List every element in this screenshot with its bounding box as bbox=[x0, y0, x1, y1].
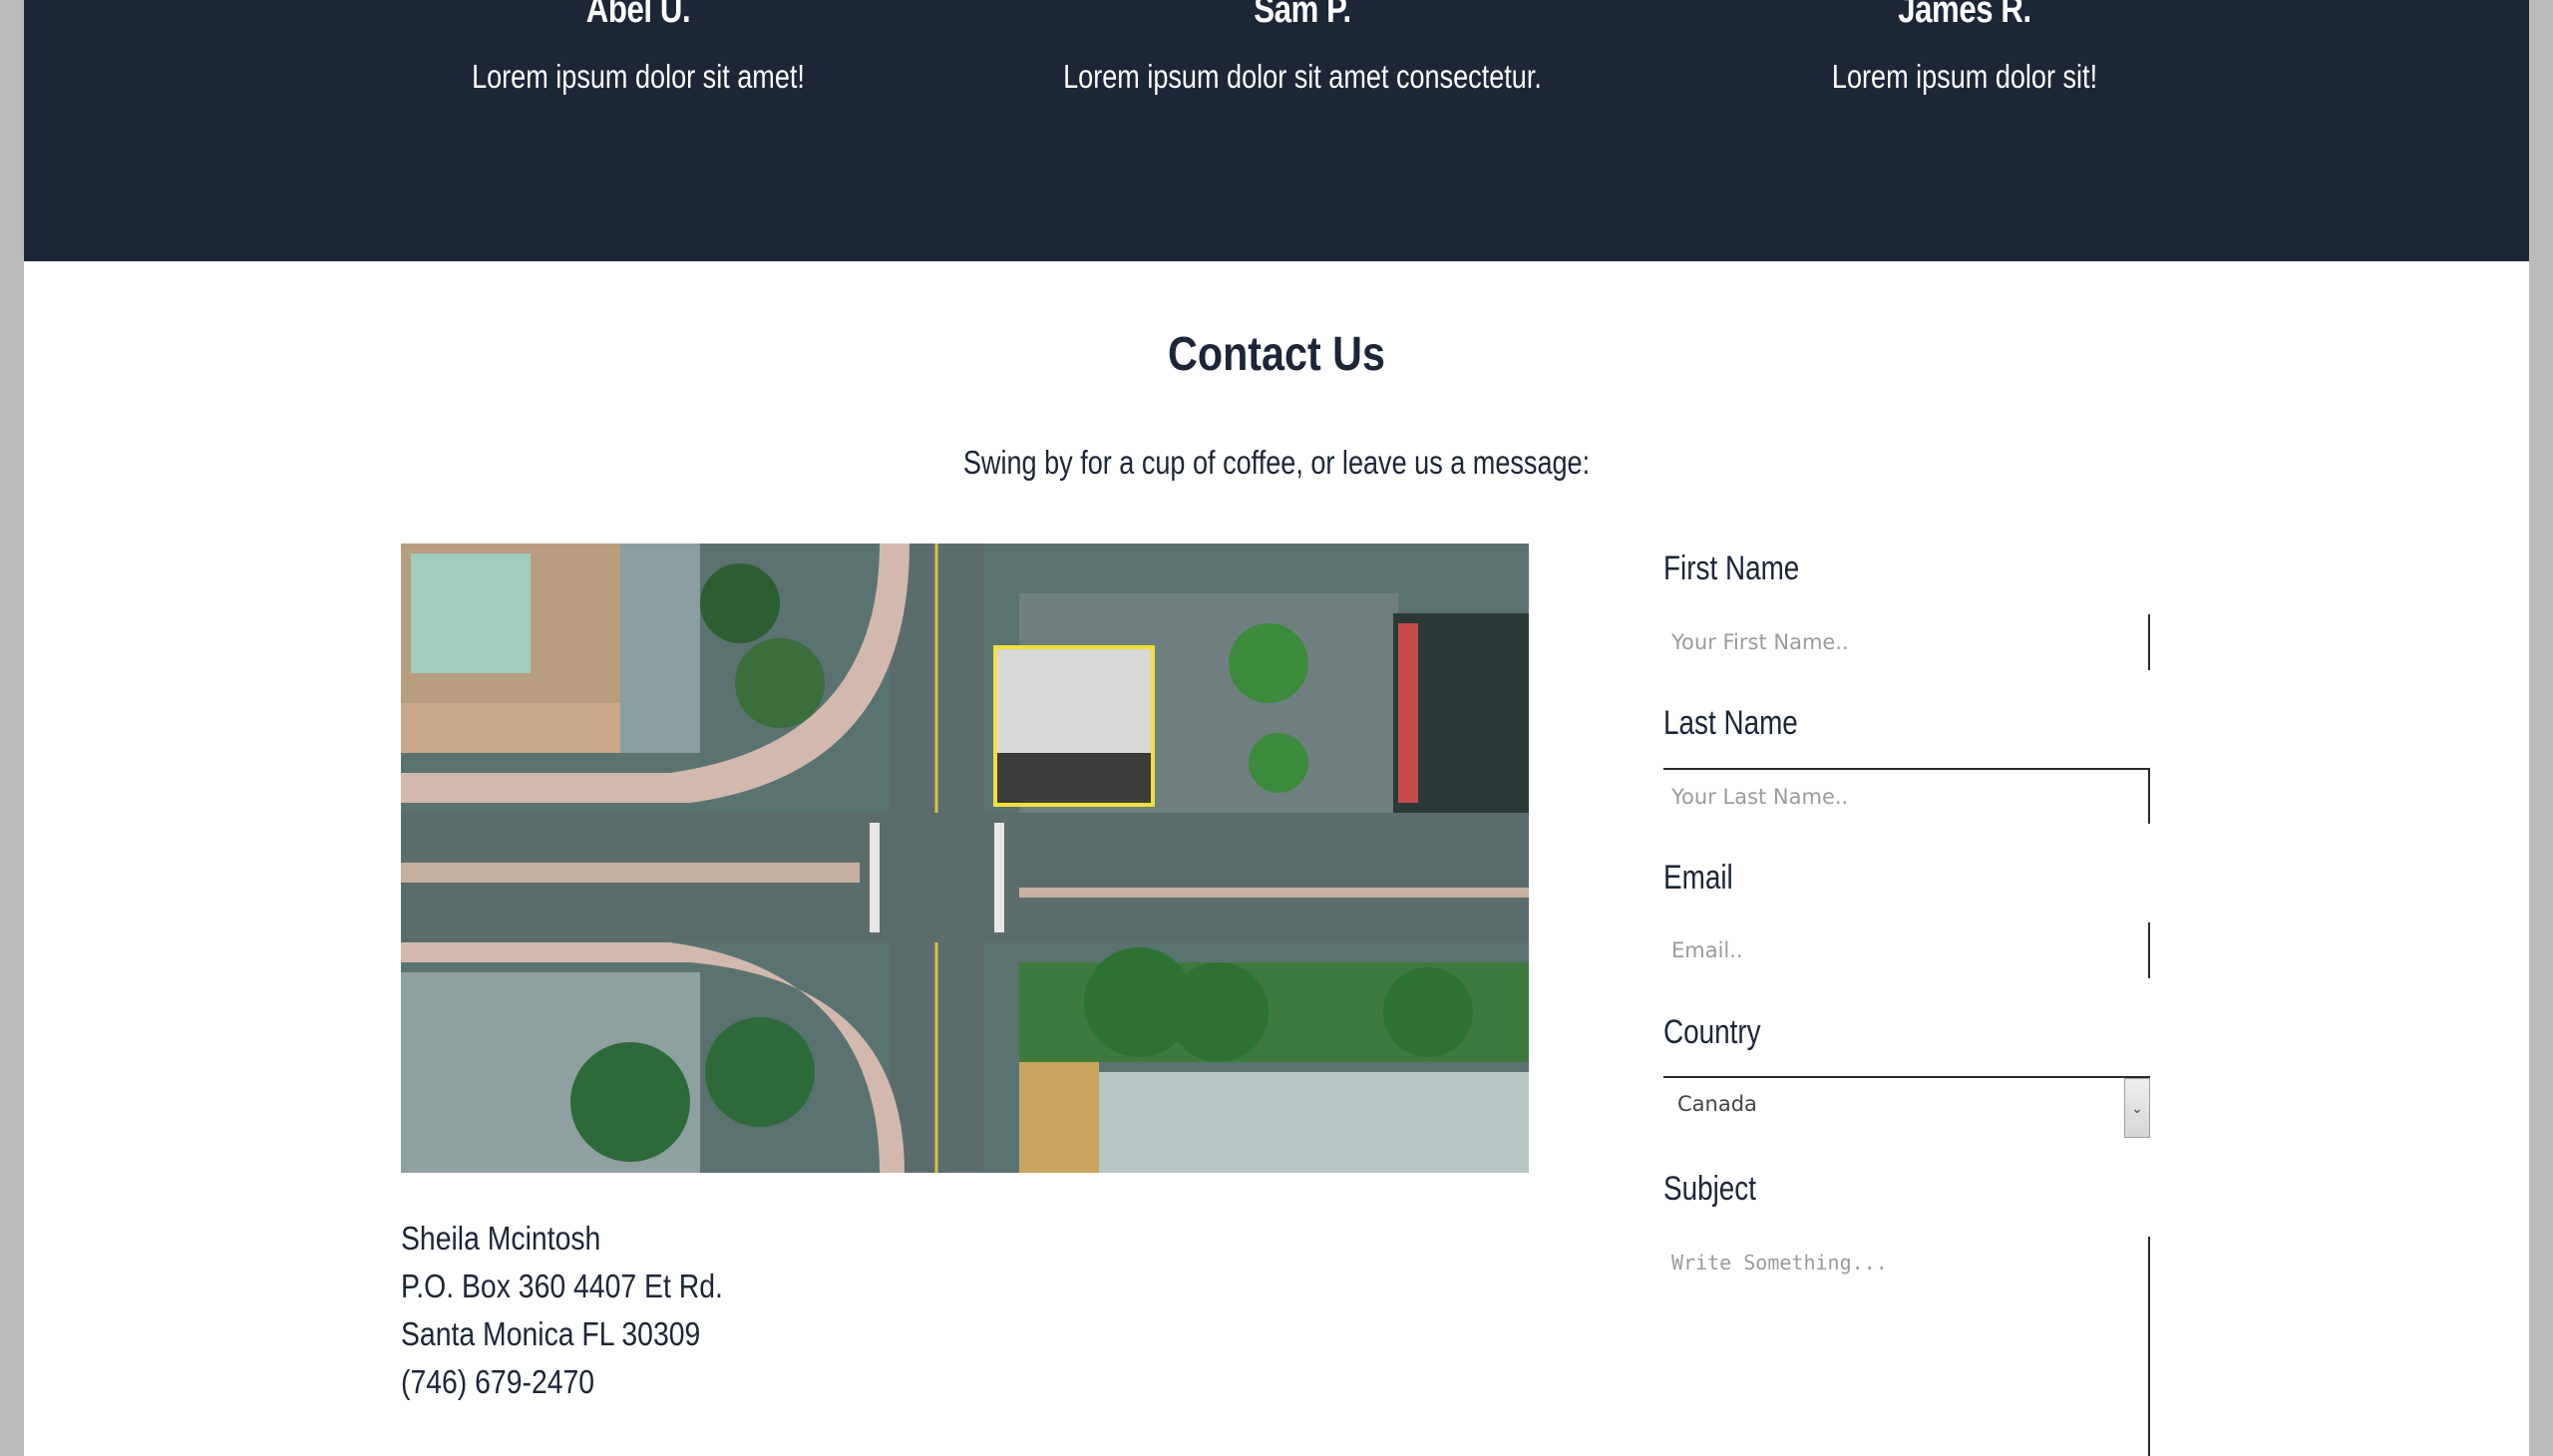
testimonials-section: Abel U. Lorem ipsum dolor sit amet! Sam … bbox=[24, 0, 2529, 261]
map-image bbox=[401, 544, 1529, 1173]
country-select[interactable]: Canada ⌄ bbox=[1663, 1076, 2150, 1138]
testimonial-quote: Lorem ipsum dolor sit amet consectetur. bbox=[1063, 58, 1542, 95]
address-line1: P.O. Box 360 4407 Et Rd. bbox=[401, 1268, 723, 1304]
first-name-input[interactable] bbox=[1663, 614, 2150, 670]
testimonial-name: Sam P. bbox=[1254, 0, 1351, 31]
subject-textarea[interactable] bbox=[1663, 1237, 2150, 1456]
last-name-input[interactable] bbox=[1663, 768, 2150, 824]
first-name-label: First Name bbox=[1663, 549, 1800, 587]
aerial-map-illustration bbox=[401, 544, 1529, 1173]
country-label: Country bbox=[1663, 1013, 1761, 1051]
address-line2: Santa Monica FL 30309 bbox=[401, 1315, 701, 1352]
testimonial-quote: Lorem ipsum dolor sit amet! bbox=[472, 58, 805, 95]
address-name: Sheila Mcintosh bbox=[401, 1220, 601, 1257]
contact-subtitle: Swing by for a cup of coffee, or leave u… bbox=[962, 444, 1591, 481]
page: Abel U. Lorem ipsum dolor sit amet! Sam … bbox=[24, 0, 2529, 1456]
subject-label: Subject bbox=[1663, 1170, 1756, 1208]
testimonial-quote: Lorem ipsum dolor sit! bbox=[1831, 58, 2098, 95]
address-block: Sheila Mcintosh P.O. Box 360 4407 Et Rd.… bbox=[401, 1215, 1099, 1406]
email-label: Email bbox=[1663, 859, 1733, 897]
address-phone: (746) 679-2470 bbox=[401, 1363, 595, 1400]
country-selected-value: Canada bbox=[1677, 1092, 1757, 1116]
chevron-down-icon[interactable]: ⌄ bbox=[2124, 1078, 2150, 1138]
email-input[interactable] bbox=[1663, 922, 2150, 978]
testimonial-name: Abel U. bbox=[585, 0, 691, 31]
testimonial-name: James R. bbox=[1898, 0, 2031, 31]
last-name-label: Last Name bbox=[1663, 704, 1798, 742]
contact-title: Contact Us bbox=[1168, 328, 1385, 381]
